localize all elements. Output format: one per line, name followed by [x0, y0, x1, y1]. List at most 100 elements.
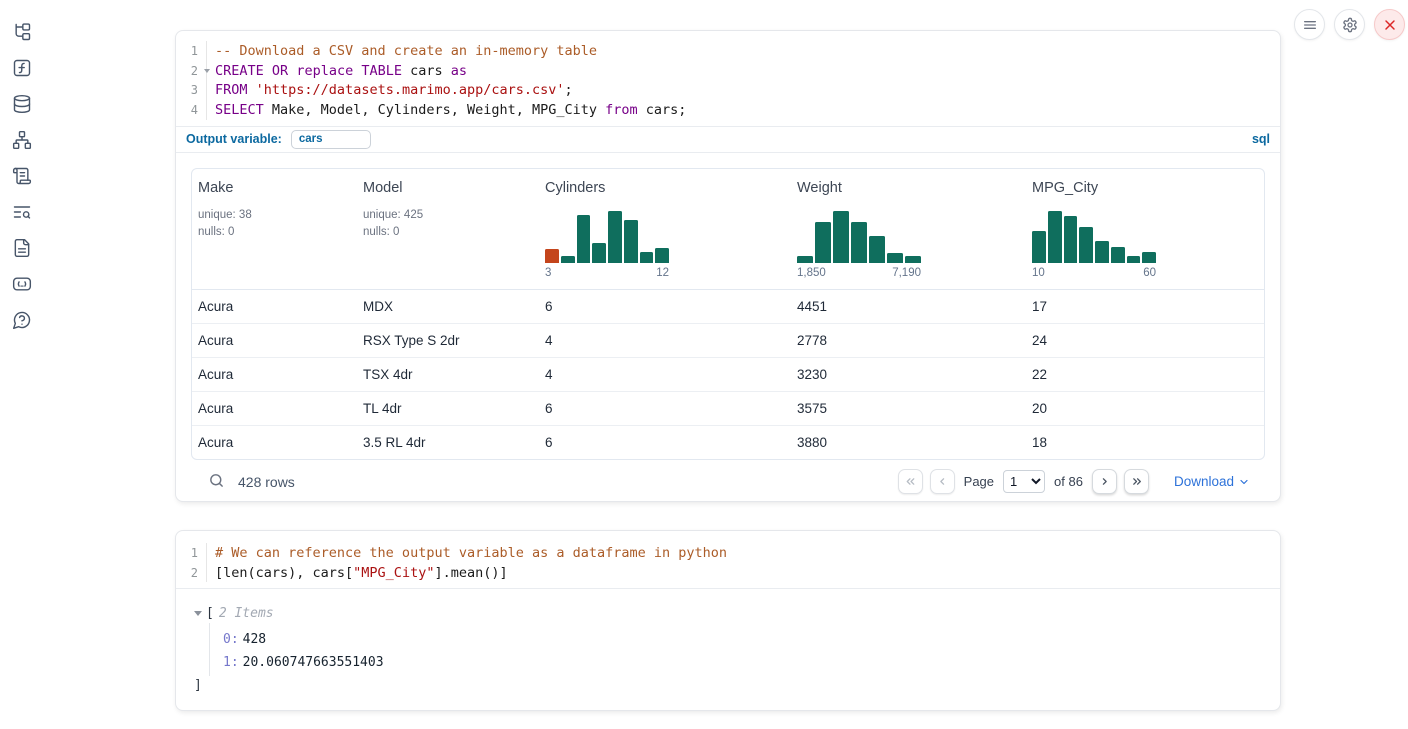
- code-line: 2CREATE OR replace TABLE cars as: [176, 61, 1280, 81]
- chevron-right-icon: [1098, 475, 1111, 488]
- fold-chevron-icon[interactable]: [204, 69, 210, 73]
- language-badge[interactable]: sql: [1252, 132, 1270, 146]
- table-cell: Acura: [192, 290, 357, 323]
- axis-max-label: 60: [1143, 267, 1156, 279]
- items-count-label: 2 Items: [219, 606, 274, 621]
- function-square-button[interactable]: [12, 58, 32, 78]
- database-button[interactable]: [12, 94, 32, 114]
- column-header-weight[interactable]: Weight1,8507,190: [791, 169, 1026, 289]
- settings-button[interactable]: [1334, 9, 1365, 40]
- row-count: 428 rows: [238, 474, 295, 490]
- column-header-model[interactable]: Model unique: 425nulls: 0: [357, 169, 539, 289]
- table-cell: MDX: [357, 290, 539, 323]
- search-button[interactable]: [206, 472, 226, 492]
- help-icon: [12, 310, 32, 330]
- line-number: 4: [176, 100, 206, 120]
- stat-line: unique: 425: [363, 207, 533, 224]
- histogram-bar: [1079, 227, 1093, 263]
- table-cell: TL 4dr: [357, 392, 539, 425]
- column-histogram: 10 60: [1032, 208, 1156, 279]
- shutdown-button[interactable]: [1374, 9, 1405, 40]
- document-button[interactable]: [12, 238, 32, 258]
- next-page-button[interactable]: [1092, 469, 1117, 494]
- log-search-button[interactable]: [12, 202, 32, 222]
- table-cell: 17: [1026, 290, 1264, 323]
- item-index: 0:: [223, 632, 239, 647]
- python-code-editor[interactable]: 1# We can reference the output variable …: [176, 531, 1280, 588]
- table-row: AcuraRSX Type S 2dr4277824: [192, 323, 1264, 357]
- page-select[interactable]: 1: [1003, 470, 1045, 493]
- code-token: cars;: [638, 102, 687, 118]
- item-index: 1:: [223, 655, 239, 670]
- code-token: ].mean()]: [434, 565, 507, 581]
- axis-min-label: 10: [1032, 267, 1045, 279]
- table-header-row: Makeunique: 38nulls: 0 Model unique: 425nu…: [192, 169, 1264, 290]
- table-cell: 3230: [791, 358, 1026, 391]
- table-cell: Acura: [192, 358, 357, 391]
- menu-button[interactable]: [1294, 9, 1325, 40]
- table-cell: TSX 4dr: [357, 358, 539, 391]
- dependency-graph-button[interactable]: [12, 130, 32, 150]
- histogram-bar: [1032, 231, 1046, 263]
- last-page-button[interactable]: [1124, 469, 1149, 494]
- histogram-bar: [833, 211, 849, 263]
- axis-max-label: 7,190: [892, 267, 921, 279]
- table-cell: 2778: [791, 324, 1026, 357]
- axis-max-label: 12: [656, 267, 669, 279]
- collapse-chevron-icon[interactable]: [194, 611, 202, 616]
- axis-min-label: 1,850: [797, 267, 826, 279]
- histogram-bar: [1064, 216, 1078, 263]
- help-button[interactable]: [12, 310, 32, 330]
- snippets-button[interactable]: [12, 274, 32, 294]
- code-token: SELECT: [215, 102, 264, 118]
- table-cell: RSX Type S 2dr: [357, 324, 539, 357]
- table-cell: 24: [1026, 324, 1264, 357]
- file-tree-button[interactable]: [12, 22, 32, 42]
- file-tree-icon: [12, 22, 32, 42]
- download-button[interactable]: Download: [1174, 474, 1250, 489]
- code-token: -- Download a CSV and create an in-memor…: [215, 43, 597, 59]
- code-text: -- Download a CSV and create an in-memor…: [206, 43, 597, 59]
- gutter-separator: [206, 41, 207, 61]
- histogram-bar: [851, 222, 867, 263]
- code-line: 1# We can reference the output variable …: [176, 543, 1280, 563]
- code-line: 1-- Download a CSV and create an in-memo…: [176, 41, 1280, 61]
- gutter-separator: [206, 543, 207, 563]
- function-square-icon: [12, 58, 32, 78]
- gutter-separator: [206, 80, 207, 100]
- sql-cell: 1 -- Download a CSV and create an in-memo…: [175, 30, 1281, 502]
- sql-code-editor[interactable]: 1-- Download a CSV and create an in-memo…: [176, 31, 1280, 126]
- column-stats: unique: 425nulls: 0: [363, 207, 533, 242]
- histogram-bar: [1111, 247, 1125, 263]
- table-cell: 22: [1026, 358, 1264, 391]
- code-token: [len(cars), cars[: [215, 565, 353, 581]
- column-title: Model: [363, 180, 533, 196]
- code-text: # We can reference the output variable a…: [206, 545, 727, 561]
- table-cell: 3575: [791, 392, 1026, 425]
- histogram-bar: [608, 211, 622, 263]
- histogram-bar: [815, 222, 831, 263]
- first-page-button[interactable]: [898, 469, 923, 494]
- code-token: OR: [272, 63, 288, 79]
- code-token: "MPG_City": [353, 565, 434, 581]
- table-cell: Acura: [192, 324, 357, 357]
- prev-page-button[interactable]: [930, 469, 955, 494]
- tree-item: 1:20.060747663551403: [223, 651, 1262, 674]
- histogram-bar: [577, 215, 591, 263]
- table-row: AcuraMDX6445117: [192, 290, 1264, 323]
- histogram-bars: [797, 208, 921, 263]
- close-icon: [1382, 17, 1398, 33]
- page-label: Page: [964, 474, 994, 489]
- column-title: Make: [198, 180, 351, 196]
- column-header-mpg_city[interactable]: MPG_City1060: [1026, 169, 1264, 289]
- output-variable-input[interactable]: [291, 130, 371, 149]
- scroll-button[interactable]: [12, 166, 32, 186]
- column-header-make[interactable]: Makeunique: 38nulls: 0: [192, 169, 357, 289]
- code-token: as: [451, 63, 467, 79]
- histogram-bar: [1142, 252, 1156, 263]
- histogram-bar: [592, 243, 606, 263]
- left-panel-toolbar: [0, 0, 44, 729]
- code-token: TABLE: [361, 63, 402, 79]
- column-title: Cylinders: [545, 180, 785, 196]
- column-header-cylinders[interactable]: Cylinders312: [539, 169, 791, 289]
